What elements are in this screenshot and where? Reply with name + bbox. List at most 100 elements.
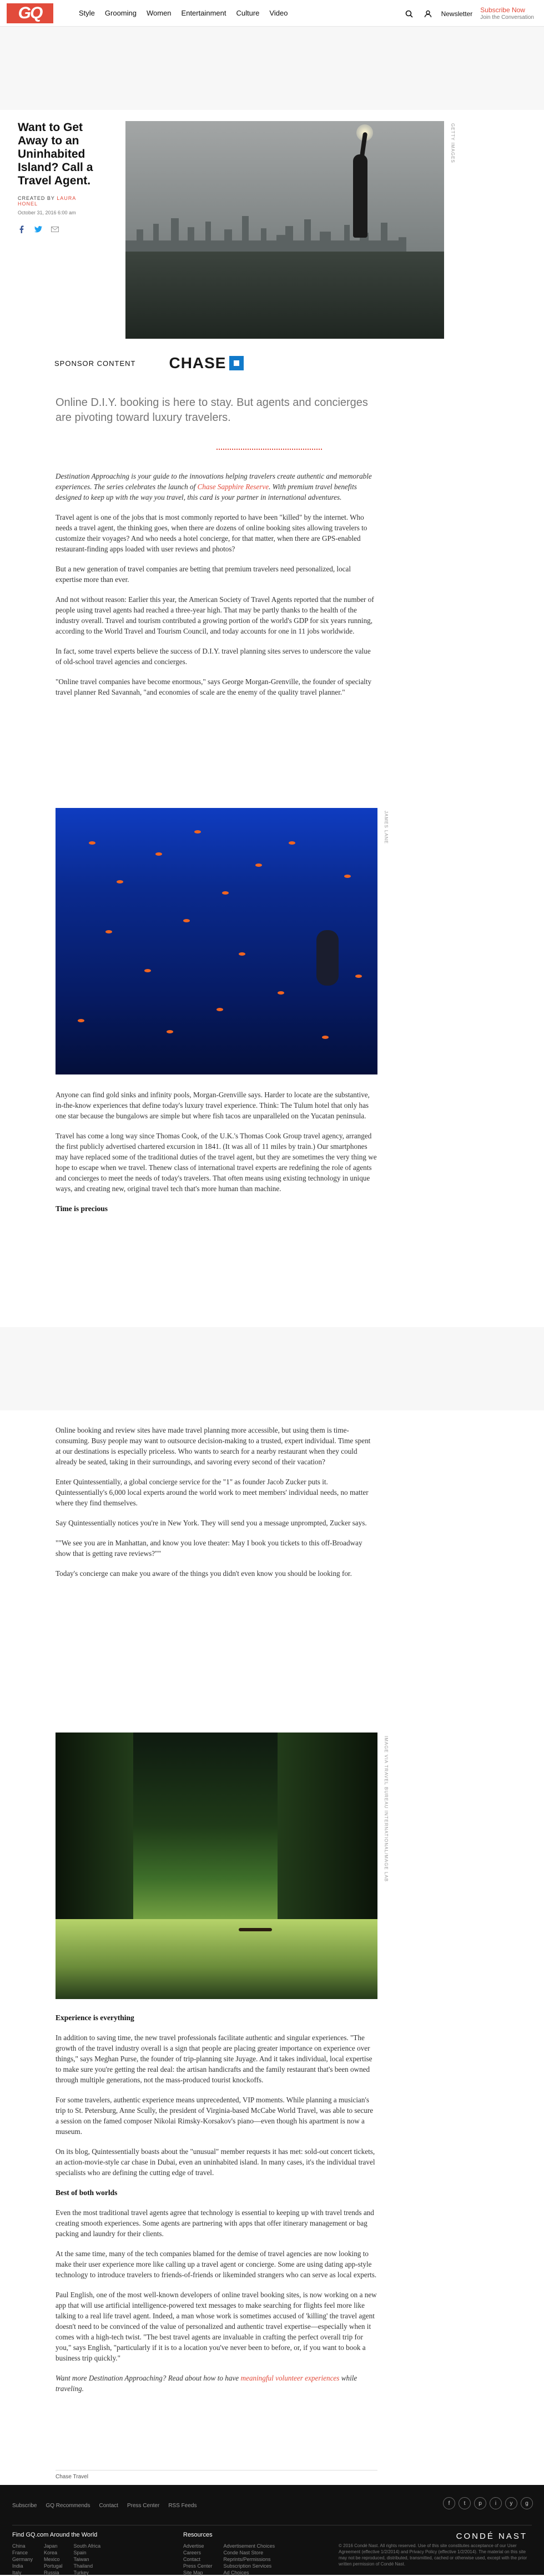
user-icon[interactable] [422,8,434,19]
resource-link[interactable]: Site Map [183,2569,213,2576]
country-link[interactable]: China [12,2543,33,2549]
email-icon[interactable] [51,225,59,233]
footer-link-press[interactable]: Press Center [127,2503,159,2509]
footer-link-subscribe[interactable]: Subscribe [12,2503,37,2509]
paragraph: Today's concierge can make you aware of … [56,1569,352,1578]
resource-link[interactable]: Press Center [183,2563,213,2569]
resource-link[interactable]: Advertisement Choices [224,2543,275,2549]
menu-item-style[interactable]: Style [79,9,95,17]
facebook-icon[interactable]: f [443,2497,455,2509]
country-link[interactable]: South Africa [74,2543,101,2549]
search-icon[interactable] [404,8,415,19]
resource-link[interactable]: Conde Nast Store [224,2549,275,2556]
sponsor-block: SPONSOR CONTENT CHASE [54,354,244,372]
site-footer: Subscribe GQ Recommends Contact Press Ce… [0,2485,544,2575]
series-outro: Want more Destination Approaching? Read … [56,2373,377,2394]
nav-actions: Newsletter Subscribe Now Join the Conver… [404,7,534,21]
paragraph: Travel has come a long way since Thomas … [56,1132,377,1193]
outro-text-a: Want more Destination Approaching? Read … [56,2374,241,2382]
hero-hillside [125,252,444,339]
footer-countries: China France Germany India Italy Japan K… [12,2543,100,2576]
hero-person [353,154,367,238]
paragraph: Anyone can find gold sinks and infinity … [56,1091,370,1120]
created-by-label: CREATED BY [18,195,55,201]
paragraph: Enter Quintessentially, a global concier… [56,1478,369,1507]
resource-link[interactable]: Subscription Services [224,2563,275,2569]
footer-link-contact[interactable]: Contact [99,2503,118,2509]
photo-credit: IMAGE VIA TRAVEL BUREAU INTERNATIONAL/MA… [384,1736,389,1882]
country-link[interactable]: Japan [44,2543,63,2549]
hero-credit: GETTY IMAGES [450,123,455,163]
gq-logo[interactable]: GQ [7,3,53,23]
country-link[interactable]: India [12,2563,33,2569]
resource-link[interactable]: Contact [183,2556,213,2563]
lagoon-water [56,1919,377,1999]
country-link[interactable]: Korea [44,2549,63,2556]
article-lede: Online D.I.Y. booking is here to stay. B… [56,396,368,424]
menu-item-grooming[interactable]: Grooming [105,9,137,17]
country-link[interactable]: Taiwan [74,2556,101,2563]
chase-octagon-icon [229,356,244,370]
pull-quote: ""We see you are in Manhattan, and know … [56,1539,362,1558]
country-link[interactable]: Portugal [44,2563,63,2569]
paragraph: In addition to saving time, the new trav… [56,2033,372,2084]
legal-text: © 2016 Condé Nast. All rights reserved. … [339,2543,527,2567]
pinterest-icon[interactable]: p [474,2497,486,2509]
subscribe-sublabel: Join the Conversation [480,14,534,21]
article-header: Want to Get Away to an Uninhabited Islan… [18,121,94,233]
menu-item-video[interactable]: Video [269,9,288,17]
resource-link[interactable]: Careers [183,2549,213,2556]
resource-link[interactable]: Advertise [183,2543,213,2549]
section-heading: Time is precious [56,1204,108,1213]
menu-item-entertainment[interactable]: Entertainment [182,9,226,17]
subscribe-link[interactable]: Subscribe Now Join the Conversation [480,7,534,21]
chase-logo[interactable]: CHASE [169,354,244,372]
country-link[interactable]: Turkey [74,2569,101,2576]
google-plus-icon[interactable]: g [521,2497,533,2509]
twitter-icon[interactable]: t [459,2497,471,2509]
facebook-icon[interactable] [18,225,26,233]
chase-sapphire-link[interactable]: Chase Sapphire Reserve [198,483,269,491]
country-link[interactable]: Spain [74,2549,101,2556]
paragraph: Even the most traditional travel agents … [56,2208,374,2238]
newsletter-link[interactable]: Newsletter [441,10,473,18]
country-link[interactable]: Russia [44,2569,63,2576]
country-link[interactable]: France [12,2549,33,2556]
paragraph: Paul English, one of the most well-known… [56,2291,377,2362]
article-body-2: Anyone can find gold sinks and infinity … [56,1089,377,1223]
divider [216,449,322,450]
main-menu: Style Grooming Women Entertainment Cultu… [79,9,288,17]
sponsor-tag[interactable]: Chase Travel [56,2470,377,2480]
hero-image [125,121,444,339]
byline: CREATED BY LAURA HONEL [18,195,94,207]
article-body-1: Destination Approaching is your guide to… [56,471,377,707]
footer-link-rss[interactable]: RSS Feeds [168,2503,197,2509]
footer-resources: Advertise Careers Contact Press Center S… [183,2543,275,2576]
twitter-icon[interactable] [34,225,42,233]
youtube-icon[interactable]: y [505,2497,517,2509]
instagram-icon[interactable]: i [490,2497,502,2509]
publish-date: October 31, 2016 6:00 am [18,210,76,215]
social-icons: f t p i y g [443,2497,533,2509]
country-link[interactable]: Italy [12,2569,33,2576]
sponsor-label: SPONSOR CONTENT [54,359,136,368]
scuba-diver [316,930,339,986]
paragraph: On its blog, Quintessentially boasts abo… [56,2147,375,2177]
menu-item-women[interactable]: Women [147,9,172,17]
resource-link[interactable]: Ad Choices [224,2569,275,2576]
country-link[interactable]: Mexico [44,2556,63,2563]
country-link[interactable]: Germany [12,2556,33,2563]
paragraph: For some travelers, authentic experience… [56,2096,374,2136]
resource-link[interactable]: Reprints/Permissions [224,2556,275,2563]
paragraph: Online booking and review sites have mad… [56,1426,371,1466]
article-body-4: Experience is everything In addition to … [56,2012,377,2403]
ad-banner-mid [0,1327,544,1410]
menu-item-culture[interactable]: Culture [236,9,259,17]
footer-link-recommends[interactable]: GQ Recommends [46,2503,90,2509]
volunteer-link[interactable]: meaningful volunteer experiences [240,2374,339,2382]
cave-lagoon-photo [56,1733,377,1999]
article-title: Want to Get Away to an Uninhabited Islan… [18,121,93,187]
paragraph: At the same time, many of the tech compa… [56,2249,377,2279]
conde-nast-logo[interactable]: CONDÉ NAST [456,2532,527,2541]
country-link[interactable]: Thailand [74,2563,101,2569]
